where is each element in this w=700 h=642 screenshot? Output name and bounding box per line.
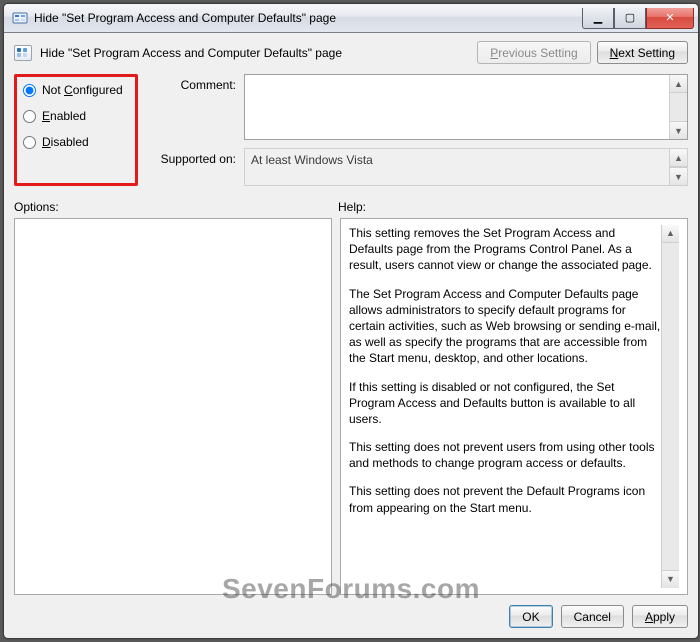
scroll-track[interactable] — [662, 243, 679, 570]
supported-value: At least Windows Vista — [245, 149, 669, 185]
page-title: Hide "Set Program Access and Computer De… — [40, 46, 469, 60]
client-area: Hide "Set Program Access and Computer De… — [4, 33, 698, 638]
titlebar[interactable]: Hide "Set Program Access and Computer De… — [4, 4, 698, 33]
radio-disabled-input[interactable] — [23, 136, 36, 149]
scroll-track[interactable] — [670, 93, 687, 121]
header-row: Hide "Set Program Access and Computer De… — [14, 41, 688, 64]
scroll-up-icon[interactable]: ▲ — [662, 225, 679, 243]
help-p5: This setting does not prevent the Defaul… — [349, 483, 661, 515]
ok-button[interactable]: OK — [509, 605, 552, 628]
options-panel — [14, 218, 332, 595]
close-icon: ✕ — [665, 13, 674, 24]
supported-value-wrap: At least Windows Vista ▲ ▼ — [244, 148, 688, 186]
help-label: Help: — [338, 200, 366, 214]
minimize-button[interactable]: ▁ — [582, 8, 614, 29]
window-buttons: ▁ ▢ ✕ — [582, 8, 694, 28]
scroll-up-icon[interactable]: ▲ — [670, 75, 687, 93]
comment-input-wrap: ▲ ▼ — [244, 74, 688, 140]
supported-scrollbar[interactable]: ▲ ▼ — [669, 149, 687, 185]
help-p1: This setting removes the Set Program Acc… — [349, 225, 661, 274]
dialog-window: Hide "Set Program Access and Computer De… — [3, 3, 699, 639]
next-setting-button[interactable]: Next Setting — [597, 41, 688, 64]
scroll-up-icon[interactable]: ▲ — [670, 149, 687, 167]
supported-field: Supported on: At least Windows Vista ▲ ▼ — [148, 148, 688, 186]
policy-icon — [14, 45, 32, 61]
radio-enabled-input[interactable] — [23, 110, 36, 123]
state-radio-group: Not Configured Enabled Disabled — [14, 74, 138, 186]
comment-scrollbar[interactable]: ▲ ▼ — [669, 75, 687, 139]
maximize-icon: ▢ — [625, 13, 635, 24]
maximize-button[interactable]: ▢ — [614, 8, 646, 29]
radio-not-configured-input[interactable] — [23, 84, 36, 97]
comment-label: Comment: — [148, 74, 236, 140]
help-p2: The Set Program Access and Computer Defa… — [349, 286, 661, 367]
comment-input[interactable] — [245, 75, 669, 139]
cancel-button[interactable]: Cancel — [561, 605, 624, 628]
help-p4: This setting does not prevent users from… — [349, 439, 661, 471]
fields-column: Comment: ▲ ▼ Supported on: At least Wind… — [148, 74, 688, 186]
panels-row: This setting removes the Set Program Acc… — [14, 218, 688, 595]
supported-label: Supported on: — [148, 148, 236, 186]
scroll-down-icon[interactable]: ▼ — [662, 570, 679, 588]
dialog-footer: OK Cancel Apply — [14, 605, 688, 628]
help-scrollbar[interactable]: ▲ ▼ — [661, 225, 679, 588]
help-text: This setting removes the Set Program Acc… — [349, 225, 661, 588]
top-grid: Not Configured Enabled Disabled Comment: — [14, 74, 688, 186]
radio-not-configured[interactable]: Not Configured — [23, 83, 129, 97]
help-p3: If this setting is disabled or not confi… — [349, 379, 661, 428]
options-label: Options: — [14, 200, 338, 214]
comment-field: Comment: ▲ ▼ — [148, 74, 688, 140]
nav-buttons: Previous Setting Next Setting — [477, 41, 688, 64]
radio-disabled[interactable]: Disabled — [23, 135, 129, 149]
help-panel: This setting removes the Set Program Acc… — [340, 218, 688, 595]
window-title: Hide "Set Program Access and Computer De… — [34, 11, 582, 25]
minimize-icon: ▁ — [594, 13, 602, 24]
previous-setting-button[interactable]: Previous Setting — [477, 41, 590, 64]
radio-enabled[interactable]: Enabled — [23, 109, 129, 123]
scroll-down-icon[interactable]: ▼ — [670, 121, 687, 139]
app-icon — [12, 10, 28, 26]
panel-labels: Options: Help: — [14, 200, 688, 214]
scroll-down-icon[interactable]: ▼ — [670, 167, 687, 185]
apply-button[interactable]: Apply — [632, 605, 688, 628]
close-button[interactable]: ✕ — [646, 8, 694, 29]
